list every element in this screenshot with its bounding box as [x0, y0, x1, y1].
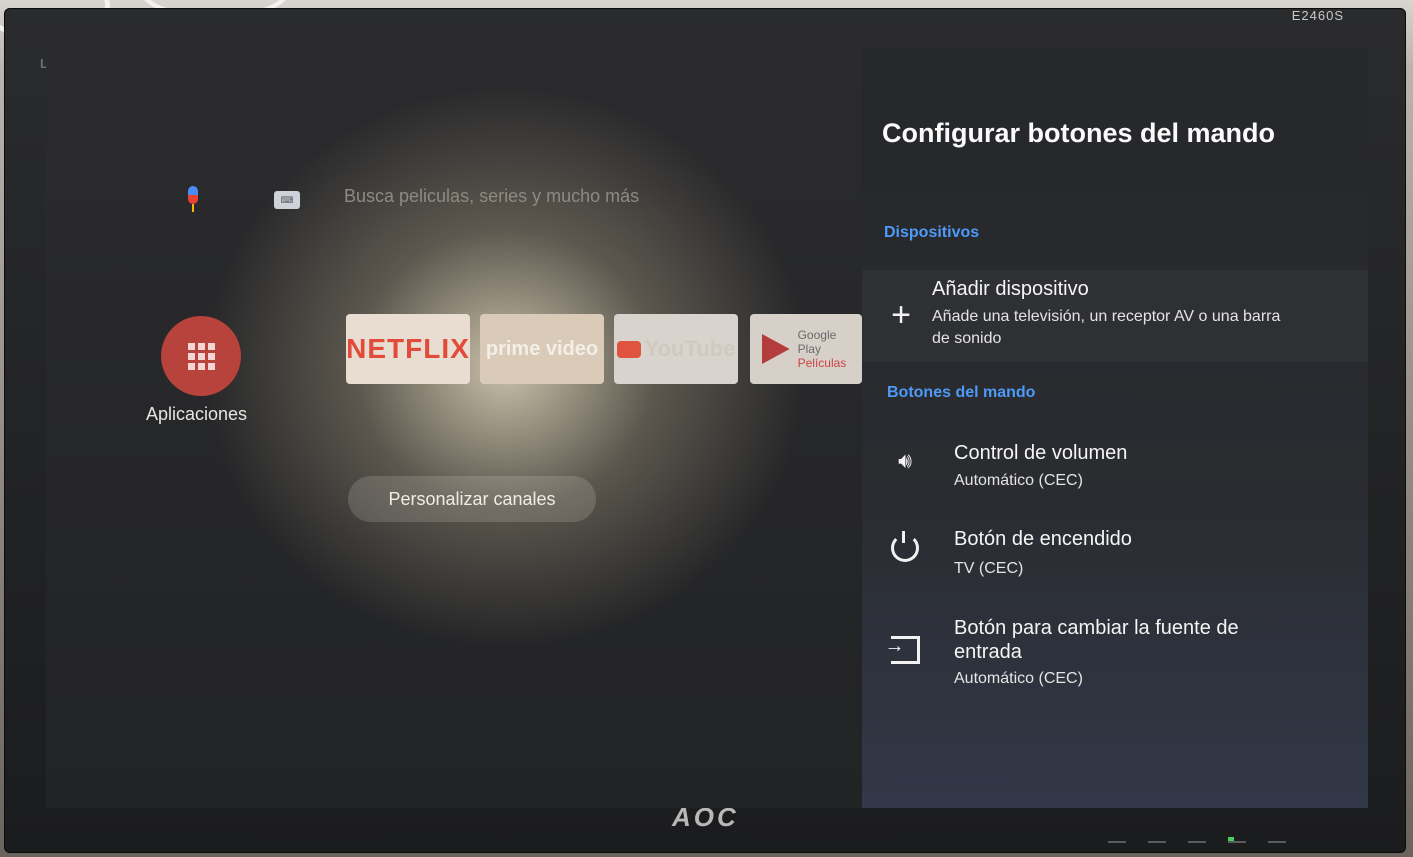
monitor-buttons	[1108, 833, 1286, 843]
keyboard-icon[interactable]: ⌨	[274, 191, 300, 209]
home-screen: ⌨ Busca peliculas, series y mucho más Ap…	[46, 48, 862, 808]
youtube-label: YouTube	[644, 336, 736, 361]
input-source-title: Botón para cambiar la fuente de entrada	[954, 617, 1239, 663]
add-device-item[interactable]: + Añadir dispositivo Añade una televisió…	[862, 270, 1368, 362]
search-placeholder[interactable]: Busca peliculas, series y mucho más	[344, 186, 639, 207]
volume-control-item[interactable]: 🔊︎ Control de volumen Automático (CEC)	[884, 442, 1354, 502]
youtube-tile[interactable]: YouTube	[614, 314, 738, 384]
google-play-icon	[762, 334, 790, 364]
monitor-button	[1148, 833, 1166, 843]
netflix-label: NETFLIX	[346, 333, 470, 364]
prime-video-tile[interactable]: prime video	[480, 314, 604, 384]
volume-title: Control de volumen	[954, 442, 1128, 464]
google-play-movies-tile[interactable]: Google Play Películas	[750, 314, 862, 384]
netflix-tile[interactable]: NETFLIX	[346, 314, 470, 384]
input-source-icon	[885, 635, 920, 671]
youtube-play-icon	[616, 340, 641, 358]
power-title: Botón de encendido	[954, 528, 1132, 550]
apps-grid-icon	[187, 342, 215, 370]
plus-icon: +	[891, 296, 911, 334]
google-play-label: Google Play	[797, 328, 837, 356]
power-button-item[interactable]: Botón de encendido TV (CEC)	[884, 528, 1354, 588]
power-subtitle: TV (CEC)	[954, 560, 1024, 577]
power-icon	[890, 531, 920, 569]
volume-subtitle: Automático (CEC)	[954, 472, 1083, 489]
input-source-subtitle: Automático (CEC)	[954, 670, 1083, 687]
remote-buttons-section-header: Botones del mando	[887, 384, 1036, 401]
customize-channels-button[interactable]: Personalizar canales	[348, 476, 596, 522]
monitor-model: E2460S	[1291, 8, 1344, 23]
add-device-subtitle: Añade una televisión, un receptor AV o u…	[932, 308, 1281, 347]
apps-button[interactable]	[161, 316, 241, 396]
power-led	[1228, 837, 1234, 841]
input-source-item[interactable]: Botón para cambiar la fuente de entrada …	[884, 616, 1354, 696]
monitor-button	[1188, 833, 1206, 843]
panel-title: Configurar botones del mando	[882, 118, 1276, 148]
settings-panel: Configurar botones del mando Dispositivo…	[862, 48, 1368, 808]
google-play-sublabel: Películas	[797, 356, 847, 370]
volume-icon: 🔊︎	[898, 448, 912, 473]
tv-screen: ⌨ Busca peliculas, series y mucho más Ap…	[46, 48, 1368, 808]
devices-section-header: Dispositivos	[884, 224, 980, 241]
monitor-button	[1108, 833, 1126, 843]
monitor-button	[1268, 833, 1286, 843]
mic-icon[interactable]	[186, 186, 200, 214]
prime-label: prime video	[485, 337, 599, 360]
apps-label: Aplicaciones	[146, 404, 248, 424]
monitor: E2460S LED AOC ⌨ Busca peliculas, series…	[4, 8, 1406, 853]
add-device-title: Añadir dispositivo	[932, 278, 1089, 300]
